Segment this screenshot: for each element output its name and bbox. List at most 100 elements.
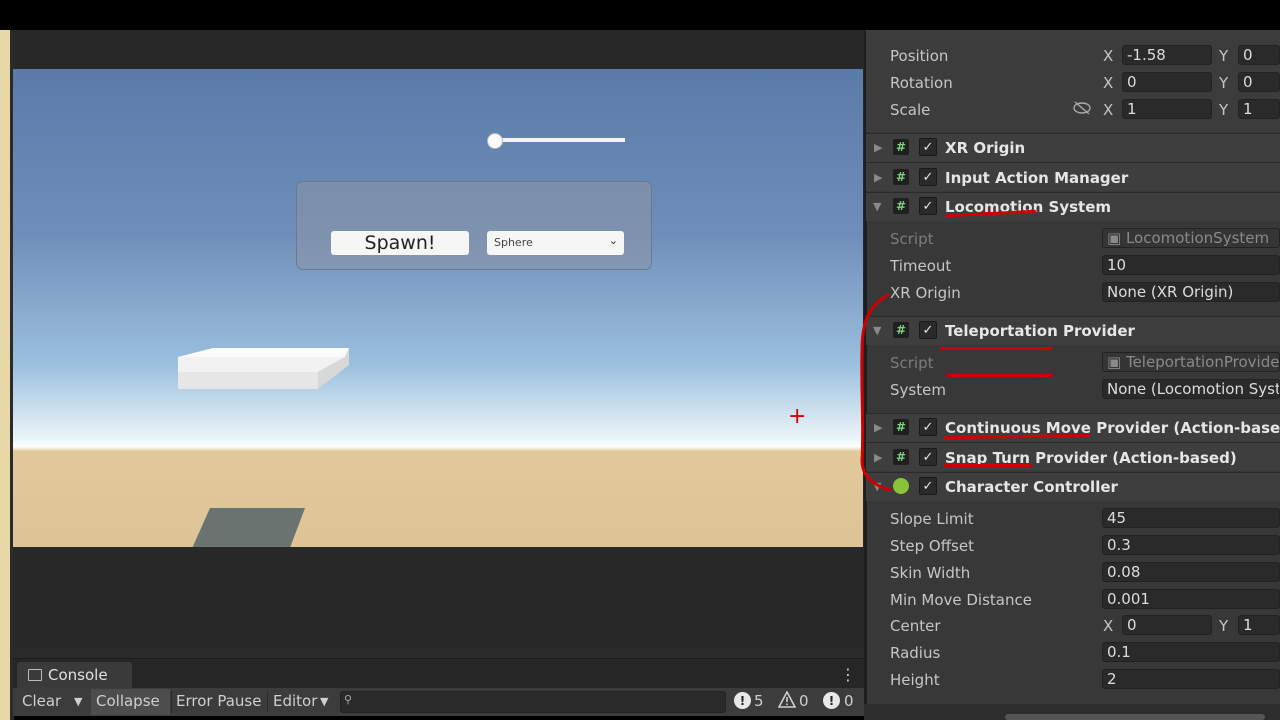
log-count: 5 (754, 692, 764, 710)
axis-y-label[interactable]: Y (1219, 617, 1228, 635)
script-value: LocomotionSystem (1125, 229, 1270, 247)
script-icon: # (893, 419, 909, 435)
script-icon: # (893, 449, 909, 465)
component-title: Teleportation Provider (945, 322, 1135, 340)
editor-dropdown[interactable]: Editor (273, 692, 317, 710)
script-reference-field[interactable]: ▣ TeleportationProvide (1102, 352, 1280, 372)
foldout-open-icon[interactable]: ▼ (873, 200, 881, 213)
white-box-object (178, 348, 349, 389)
slope-limit-field[interactable]: 45 (1102, 508, 1280, 528)
script-value: TeleportationProvide (1125, 353, 1280, 371)
axis-x-label[interactable]: X (1103, 47, 1113, 65)
console-tab-bar (13, 660, 864, 688)
warning-count: 0 (799, 692, 809, 710)
script-icon: # (893, 198, 909, 214)
enabled-checkbox[interactable]: ✓ (919, 321, 937, 339)
toolbar-divider (267, 691, 268, 713)
search-icon: ⚲ (344, 693, 353, 706)
constrain-proportions-icon[interactable] (1073, 101, 1091, 115)
enabled-checkbox[interactable]: ✓ (919, 138, 937, 156)
timeout-label: Timeout (890, 257, 952, 275)
enabled-checkbox[interactable]: ✓ (919, 197, 937, 215)
script-icon: # (893, 139, 909, 155)
enabled-checkbox[interactable]: ✓ (919, 448, 937, 466)
more-options-icon[interactable]: ⋮ (840, 665, 856, 684)
system-field[interactable]: None (Locomotion Syst (1102, 379, 1280, 399)
console-tab-label: Console (48, 666, 108, 684)
rotation-y-field[interactable]: 0 (1238, 72, 1280, 92)
position-x-field[interactable]: -1.58 (1122, 45, 1212, 65)
script-file-icon: ▣ (1107, 353, 1126, 371)
script-file-icon: ▣ (1107, 229, 1126, 247)
radius-field[interactable]: 0.1 (1102, 642, 1280, 662)
shape-dropdown-label: Sphere (494, 236, 533, 249)
component-title: Continuous Move Provider (Action-based) (945, 419, 1280, 437)
annotation-underline (940, 347, 1052, 350)
console-search-input[interactable] (340, 691, 726, 713)
component-title: XR Origin (945, 139, 1026, 157)
axis-x-label[interactable]: X (1103, 101, 1113, 119)
script-icon: # (893, 169, 909, 185)
script-reference-field[interactable]: ▣ LocomotionSystem (1102, 228, 1280, 248)
toolbar-edge-marker (3, 692, 8, 710)
min-move-distance-label: Min Move Distance (890, 591, 1032, 609)
error-pause-toggle[interactable]: Error Pause (176, 692, 261, 710)
toolbar-divider (171, 691, 172, 713)
rotation-x-field[interactable]: 0 (1122, 72, 1212, 92)
ground-shadow (192, 508, 305, 547)
height-field[interactable]: 2 (1102, 669, 1280, 689)
world-ui-panel (296, 181, 652, 270)
step-offset-field[interactable]: 0.3 (1102, 535, 1280, 555)
scale-label: Scale (890, 101, 931, 119)
axis-y-label[interactable]: Y (1219, 74, 1228, 92)
shape-dropdown[interactable]: Sphere ⌄ (487, 231, 624, 255)
center-y-field[interactable]: 1 (1238, 615, 1280, 635)
center-x-field[interactable]: 0 (1122, 615, 1212, 635)
axis-y-label[interactable]: Y (1219, 47, 1228, 65)
annotation-bracket (860, 293, 892, 492)
step-offset-label: Step Offset (890, 537, 974, 555)
foldout-arrow-icon[interactable]: ▶ (874, 171, 882, 184)
game-view-viewport[interactable] (13, 69, 863, 547)
slope-limit-label: Slope Limit (890, 510, 974, 528)
height-label: Height (890, 671, 940, 689)
enabled-checkbox[interactable]: ✓ (919, 168, 937, 186)
horizontal-scrollbar[interactable] (1005, 714, 1265, 720)
collapse-label: Collapse (96, 692, 160, 710)
enabled-checkbox[interactable]: ✓ (919, 418, 937, 436)
timeout-field[interactable]: 10 (1102, 255, 1280, 275)
position-label: Position (890, 47, 949, 65)
error-icon[interactable]: ! (823, 692, 840, 709)
console-separator[interactable] (13, 648, 864, 659)
scale-y-field[interactable]: 1 (1238, 99, 1280, 119)
skin-width-label: Skin Width (890, 564, 971, 582)
xr-origin-field[interactable]: None (XR Origin) (1102, 282, 1280, 302)
crosshair-icon: + (788, 404, 807, 429)
component-title: Input Action Manager (945, 169, 1129, 187)
axis-x-label[interactable]: X (1103, 74, 1113, 92)
script-label: Script (890, 230, 934, 248)
foldout-arrow-icon[interactable]: ▶ (874, 141, 882, 154)
spawn-slider-handle[interactable] (487, 133, 503, 149)
clear-options-icon[interactable]: ▼ (74, 695, 82, 708)
scale-x-field[interactable]: 1 (1122, 99, 1212, 119)
warning-icon[interactable] (778, 691, 796, 709)
chevron-down-icon: ⌄ (608, 234, 618, 247)
script-label: Script (890, 354, 934, 372)
axis-y-label[interactable]: Y (1219, 101, 1228, 119)
spawn-slider-track[interactable] (495, 138, 625, 142)
console-icon (28, 669, 42, 681)
position-y-field[interactable]: 0 (1238, 45, 1280, 65)
radius-label: Radius (890, 644, 941, 662)
axis-x-label[interactable]: X (1103, 617, 1113, 635)
chevron-down-icon: ▼ (320, 695, 329, 708)
log-info-icon[interactable]: ! (734, 692, 751, 709)
min-move-distance-field[interactable]: 0.001 (1102, 589, 1280, 609)
spawn-button[interactable]: Spawn! (331, 231, 469, 255)
enabled-checkbox[interactable]: ✓ (919, 477, 937, 495)
center-label: Center (890, 617, 941, 635)
error-count: 0 (844, 692, 854, 710)
skin-width-field[interactable]: 0.08 (1102, 562, 1280, 582)
component-title: Character Controller (945, 478, 1118, 496)
clear-button[interactable]: Clear (22, 692, 61, 710)
